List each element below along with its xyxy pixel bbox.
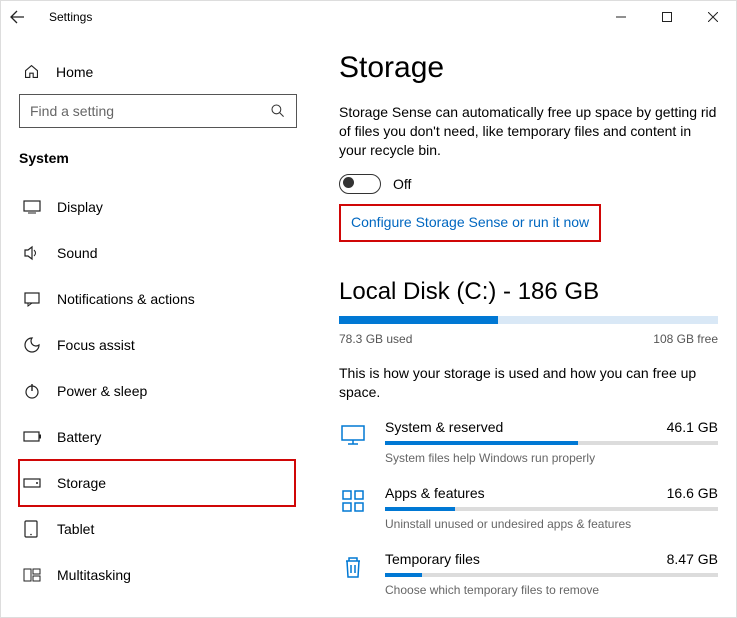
close-button[interactable] <box>690 1 736 33</box>
usage-description: This is how your storage is used and how… <box>339 364 718 402</box>
sidebar-item-label: Focus assist <box>57 337 135 353</box>
category-name: System & reserved <box>385 419 503 435</box>
home-icon <box>23 63 40 80</box>
toggle-state-label: Off <box>393 176 411 192</box>
search-input[interactable]: Find a setting <box>19 94 297 128</box>
sidebar-item-label: Battery <box>57 429 101 445</box>
sidebar-item-focus[interactable]: Focus assist <box>19 322 295 368</box>
category-sub: Uninstall unused or undesired apps & fea… <box>385 517 718 531</box>
apps-icon <box>339 487 367 515</box>
minimize-button[interactable] <box>598 1 644 33</box>
sidebar-item-display[interactable]: Display <box>19 184 295 230</box>
sidebar-item-tablet[interactable]: Tablet <box>19 506 295 552</box>
used-label: 78.3 GB used <box>339 332 412 346</box>
category-sub: Choose which temporary files to remove <box>385 583 718 597</box>
category-size: 46.1 GB <box>667 419 718 435</box>
focus-icon <box>23 336 41 354</box>
sidebar-item-label: Tablet <box>57 521 94 537</box>
search-icon <box>270 103 286 119</box>
category-name: Temporary files <box>385 551 480 567</box>
highlight-box: Configure Storage Sense or run it now <box>339 204 601 242</box>
disk-usage-fill <box>339 316 498 324</box>
category-apps-features[interactable]: Apps & features 16.6 GB Uninstall unused… <box>339 485 718 531</box>
titlebar: Settings <box>1 1 736 33</box>
category-size: 16.6 GB <box>667 485 718 501</box>
disk-title: Local Disk (C:) - 186 GB <box>339 278 718 306</box>
sound-icon <box>23 245 41 261</box>
power-icon <box>23 382 41 400</box>
section-heading: System <box>19 150 309 166</box>
sidebar-item-battery[interactable]: Battery <box>19 414 295 460</box>
trash-icon <box>339 553 367 581</box>
sidebar-item-label: Sound <box>57 245 97 261</box>
system-icon <box>339 421 367 449</box>
sidebar-item-label: Multitasking <box>57 567 131 583</box>
sidebar-item-label: Power & sleep <box>57 383 147 399</box>
sidebar-item-power[interactable]: Power & sleep <box>19 368 295 414</box>
storage-sense-toggle[interactable] <box>339 174 381 194</box>
storage-sense-description: Storage Sense can automatically free up … <box>339 103 718 160</box>
sidebar-item-label: Notifications & actions <box>57 291 195 307</box>
home-label: Home <box>56 64 93 80</box>
multitasking-icon <box>23 568 41 582</box>
sidebar-item-notifications[interactable]: Notifications & actions <box>19 276 295 322</box>
display-icon <box>23 200 41 214</box>
category-system-reserved[interactable]: System & reserved 46.1 GB System files h… <box>339 419 718 465</box>
sidebar-item-label: Storage <box>57 475 106 491</box>
content-pane: Storage Storage Sense can automatically … <box>309 33 736 618</box>
category-bar <box>385 507 718 511</box>
home-link[interactable]: Home <box>23 63 309 80</box>
search-placeholder: Find a setting <box>30 103 114 119</box>
free-label: 108 GB free <box>653 332 718 346</box>
notifications-icon <box>23 291 41 307</box>
sidebar-item-sound[interactable]: Sound <box>19 230 295 276</box>
sidebar-item-multitasking[interactable]: Multitasking <box>19 552 295 598</box>
page-title: Storage <box>339 51 718 85</box>
battery-icon <box>23 431 41 443</box>
category-bar <box>385 573 718 577</box>
disk-usage-bar <box>339 316 718 324</box>
sidebar-item-label: Display <box>57 199 103 215</box>
storage-icon <box>23 478 41 488</box>
category-name: Apps & features <box>385 485 485 501</box>
maximize-button[interactable] <box>644 1 690 33</box>
category-bar <box>385 441 718 445</box>
sidebar: Home Find a setting System Display Sound… <box>1 33 309 618</box>
sidebar-item-storage[interactable]: Storage <box>19 460 295 506</box>
category-temporary-files[interactable]: Temporary files 8.47 GB Choose which tem… <box>339 551 718 597</box>
tablet-icon <box>23 520 41 538</box>
category-size: 8.47 GB <box>667 551 718 567</box>
configure-storage-sense-link[interactable]: Configure Storage Sense or run it now <box>351 214 589 230</box>
back-button[interactable] <box>9 9 41 25</box>
window-title: Settings <box>49 10 92 24</box>
category-sub: System files help Windows run properly <box>385 451 718 465</box>
